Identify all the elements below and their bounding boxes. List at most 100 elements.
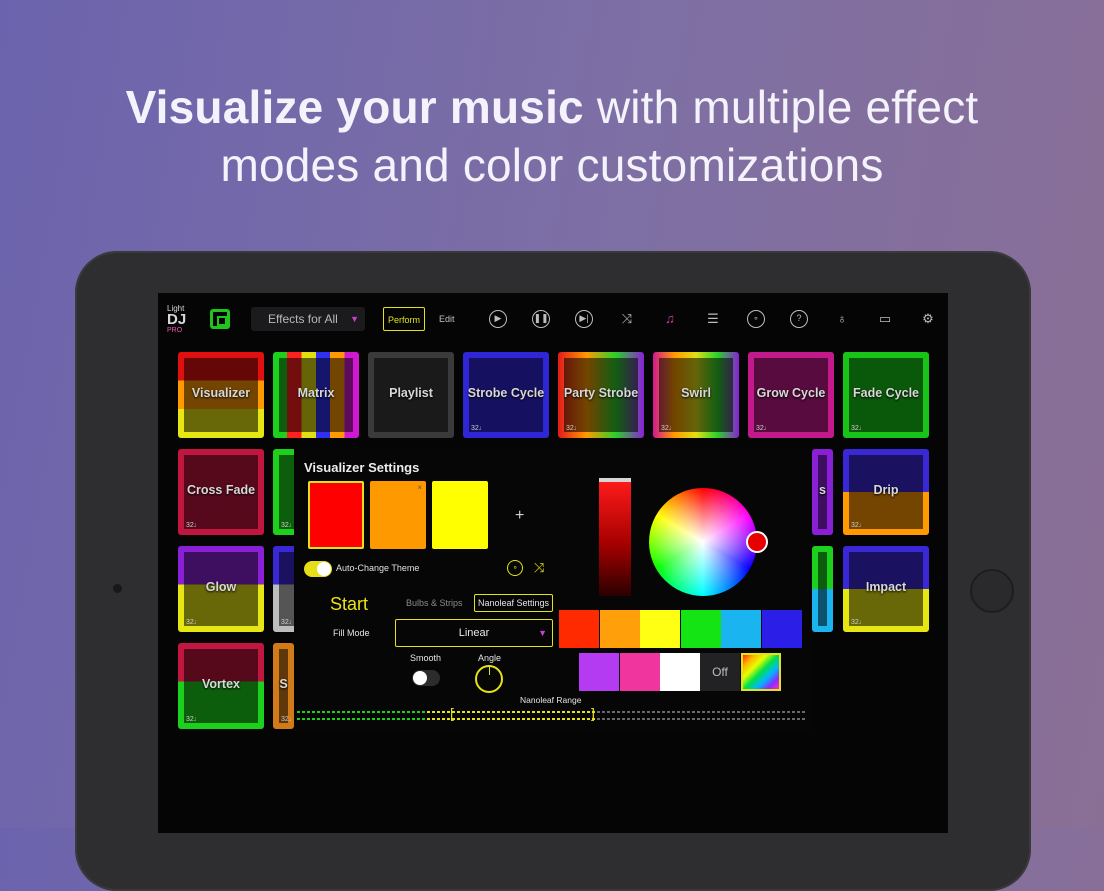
fill-mode-dropdown[interactable]: Linear ▼ [395,619,553,647]
rainbow-swatch[interactable] [741,653,781,691]
tile-label: Matrix [297,386,335,400]
range-track-2[interactable] [297,718,807,720]
smooth-label: Smooth [410,653,442,663]
effect-tile[interactable]: Playlist [368,352,454,438]
theme-swatch-1[interactable] [308,481,364,549]
angle-label: Angle [478,653,502,663]
sliders-icon[interactable]: ☰ [704,310,722,328]
tile-beats: 32♩ [186,716,201,723]
gear-icon[interactable]: ⚙ [919,310,937,328]
effect-tile[interactable]: S 32♩ [273,643,294,729]
palette-color[interactable] [640,610,680,648]
skip-forward-icon[interactable]: ▶| [575,310,593,328]
help-icon[interactable]: ? [790,310,808,328]
tile-beats: 32♩ [851,425,866,432]
angle-dial[interactable] [475,665,503,693]
effect-tile[interactable]: Strobe Cycle 32♩ [463,352,549,438]
shuffle-icon[interactable]: ⤨ [618,310,636,328]
tile-label: Strobe Cycle [467,386,545,400]
camera [113,584,122,593]
range-end-handle[interactable]: ] [591,706,595,720]
range-track-1[interactable] [297,711,807,713]
window-icon[interactable]: ▭ [876,310,894,328]
tab-nanoleaf-settings[interactable]: Nanoleaf Settings [474,594,553,612]
effect-tile[interactable] [812,546,833,632]
fill-mode-label: Fill Mode [333,628,370,638]
bulb-icon[interactable]: ♁ [833,310,851,328]
logo-bottom: PRO [167,327,183,334]
chevron-down-icon: ▼ [350,314,359,324]
effect-tile[interactable]: Vortex 32♩ [178,643,264,729]
palette-color[interactable] [680,610,721,648]
tile-label: s [819,483,826,497]
tile-label: Visualizer [191,386,251,400]
effect-tile[interactable]: Swirl 32♩ [653,352,739,438]
tile-label: Drip [873,483,899,497]
tile-label: S [279,677,288,691]
effect-tile[interactable]: Matrix [273,352,359,438]
effects-dropdown[interactable]: Effects for All ▼ [251,307,365,331]
palette-color[interactable] [761,610,802,648]
tile-beats: 32♩ [566,425,581,432]
bell-icon[interactable]: ♫ [661,310,679,328]
palette-color[interactable] [619,653,660,691]
app-logo: Light DJ PRO [167,305,189,335]
tile-beats: 32♩ [851,522,866,529]
color-wheel[interactable] [649,488,757,596]
edit-button[interactable]: Edit [439,307,463,331]
effect-tile[interactable]: Impact 32♩ [843,546,929,632]
perform-button[interactable]: Perform [383,307,425,331]
tile-label: Glow [205,580,237,594]
tile-label: Cross Fade [186,483,256,497]
effect-tile[interactable]: s [812,449,833,535]
effect-tile[interactable]: Party Strobe 32♩ [558,352,644,438]
color-wheel-knob[interactable] [746,531,768,553]
nanoleaf-range-label: Nanoleaf Range [520,695,582,705]
palette-color[interactable] [721,610,761,648]
smooth-toggle[interactable] [412,670,440,686]
headline: Visualize your music with multiple effec… [0,78,1104,194]
headline-line2: modes and color customizations [220,139,884,191]
pause-icon[interactable]: ❚❚ [532,310,550,328]
effect-tile[interactable]: Glow 32♩ [178,546,264,632]
chevron-down-icon: ▼ [538,628,547,638]
range-start-handle[interactable]: [ [450,706,454,720]
effect-tile[interactable]: Fade Cycle 32♩ [843,352,929,438]
tab-bulbs-strips[interactable]: Bulbs & Strips [406,598,463,608]
toolbar: Light DJ PRO Effects for All ▼ Perform E… [158,293,948,345]
palette-color[interactable] [660,653,700,691]
add-swatch-button[interactable]: + [515,507,524,525]
brightness-slider[interactable] [599,478,631,596]
shuffle-icon[interactable]: ⤨ [534,560,544,576]
tile-beats: 32♩ [281,716,294,723]
effect-tile[interactable]: Visualizer [178,352,264,438]
start-label[interactable]: Start [330,594,368,615]
tile-beats: 32♩ [186,522,201,529]
headline-bold: Visualize your music [125,81,584,133]
palette-icon[interactable]: ∘ [747,310,765,328]
effects-dropdown-label: Effects for All [268,312,338,326]
palette-color[interactable] [599,610,640,648]
tile-label: Fade Cycle [852,386,919,400]
effect-tile[interactable]: Grow Cycle 32♩ [748,352,834,438]
palette-color[interactable] [579,653,619,691]
effect-tile[interactable]: Cross Fade 32♩ [178,449,264,535]
headline-rest: with multiple effect [583,81,979,133]
theme-swatch-3[interactable] [432,481,488,549]
tile-grid-icon[interactable] [210,309,230,329]
tile-label: Impact [865,580,907,594]
palette-color[interactable] [559,610,599,648]
effect-tile[interactable]: Drip 32♩ [843,449,929,535]
palette-icon[interactable]: ∘ [507,560,523,576]
fill-mode-value: Linear [458,627,490,639]
tile-beats: 32♩ [661,425,676,432]
tile-label: Vortex [202,677,240,691]
theme-swatch-2[interactable]: × [370,481,426,549]
tile-inner [818,552,827,626]
auto-change-toggle[interactable] [304,561,332,577]
home-button[interactable] [970,569,1014,613]
play-icon[interactable]: ▶ [489,310,507,328]
close-icon[interactable]: × [417,483,422,492]
auto-change-label: Auto-Change Theme [336,563,420,573]
off-button[interactable]: Off [700,653,740,691]
